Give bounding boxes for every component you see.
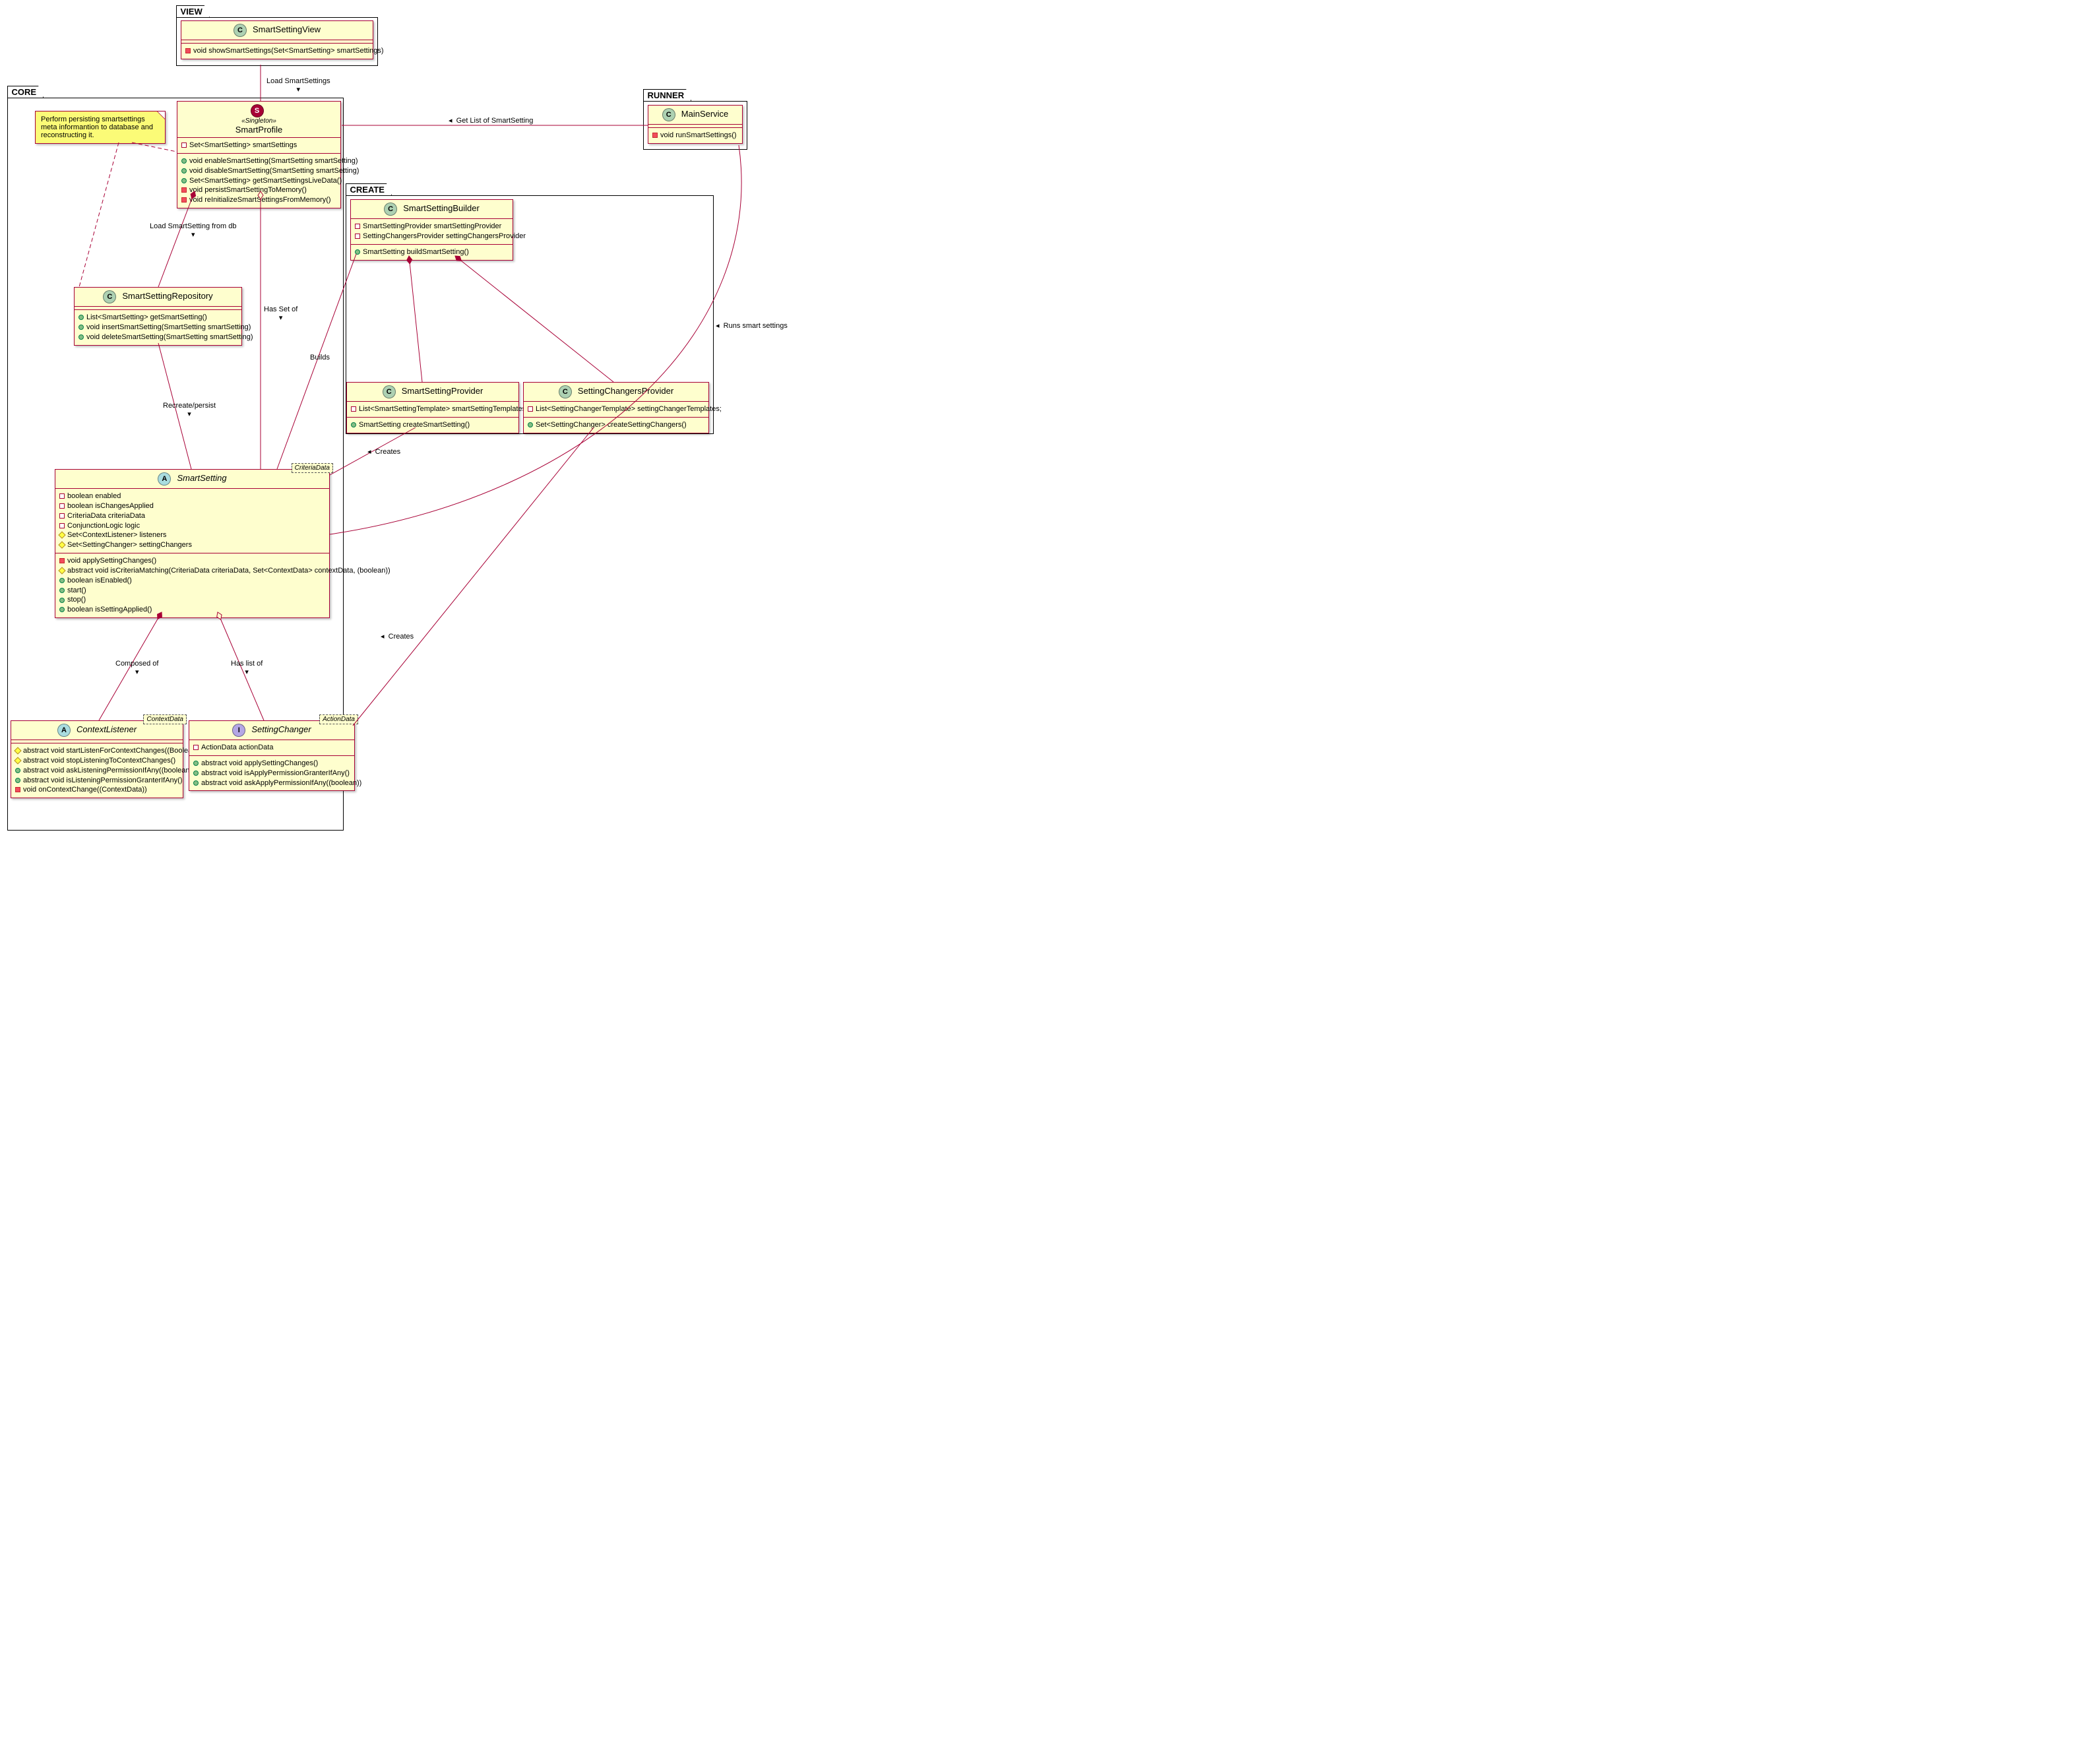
method: List<SmartSetting> getSmartSetting()	[86, 313, 207, 321]
class-name: SettingChangersProvider	[578, 386, 673, 396]
label-load-smartsettings: Load SmartSettings▾	[266, 77, 330, 94]
class-name: SettingChanger	[251, 724, 311, 734]
label-composed-of: Composed of▾	[115, 660, 158, 676]
class-name: SmartSettingView	[253, 24, 321, 34]
class-badge-icon: I	[232, 724, 245, 737]
method: boolean isEnabled()	[67, 577, 132, 584]
label-creates2: ◂ Creates	[381, 632, 414, 641]
method: void deleteSmartSetting(SmartSetting sma…	[86, 333, 253, 341]
field: SettingChangersProvider settingChangersP…	[363, 232, 526, 240]
field: List<SmartSettingTemplate> smartSettingT…	[359, 405, 528, 413]
method: void enableSmartSetting(SmartSetting sma…	[189, 157, 358, 165]
class-smartsettingbuilder: C SmartSettingBuilder SmartSettingProvid…	[350, 199, 513, 261]
method: abstract void isApplyPermissionGranterIf…	[201, 769, 350, 777]
method: SmartSetting createSmartSetting()	[359, 421, 470, 429]
method: abstract void askApplyPermissionIfAny((b…	[201, 779, 361, 787]
method: abstract void isCriteriaMatching(Criteri…	[67, 567, 390, 575]
method: start()	[67, 586, 86, 594]
package-create-label: CREATE	[346, 183, 392, 195]
class-badge-icon: C	[103, 290, 116, 303]
method: SmartSetting buildSmartSetting()	[363, 248, 469, 256]
class-badge-icon: C	[234, 24, 247, 37]
field: ConjunctionLogic logic	[67, 522, 140, 530]
class-badge-icon: A	[57, 724, 71, 737]
class-smartsettingrepository: C SmartSettingRepository List<SmartSetti…	[74, 287, 242, 346]
class-badge-icon: S	[251, 104, 264, 117]
method: void applySettingChanges()	[67, 557, 156, 565]
note-persist: Perform persisting smartsettings meta in…	[35, 111, 166, 144]
class-badge-icon: C	[662, 108, 675, 121]
package-runner-label: RUNNER	[643, 89, 692, 101]
class-contextlistener: ContextData A ContextListener abstract v…	[11, 720, 183, 798]
method: void insertSmartSetting(SmartSetting sma…	[86, 323, 251, 331]
method: void onContextChange((ContextData))	[23, 786, 147, 794]
field: Set<ContextListener> listeners	[67, 531, 166, 539]
class-smartsettingprovider: C SmartSettingProvider List<SmartSetting…	[346, 382, 519, 433]
method: stop()	[67, 596, 86, 604]
method: boolean isSettingApplied()	[67, 606, 152, 614]
label-get-list: ◂ Get List of SmartSetting	[449, 116, 533, 125]
method: abstract void isListeningPermissionGrant…	[23, 776, 182, 784]
class-name: MainService	[681, 109, 729, 119]
method: void persistSmartSettingToMemory()	[189, 186, 307, 194]
class-name: SmartSettingProvider	[402, 386, 484, 396]
class-badge-icon: C	[383, 385, 396, 398]
method: abstract void askListeningPermissionIfAn…	[23, 767, 195, 774]
stereotype: «Singleton»	[181, 117, 336, 125]
label-runs: ◂ Runs smart settings	[716, 321, 788, 330]
class-settingchanger: ActionData I SettingChanger ActionData a…	[189, 720, 355, 791]
class-badge-icon: C	[559, 385, 572, 398]
field: List<SettingChangerTemplate> settingChan…	[536, 405, 722, 413]
method: abstract void startListenForContextChang…	[23, 747, 201, 755]
method: void reInitializeSmartSettingsFromMemory…	[189, 196, 331, 204]
note-text: Perform persisting smartsettings meta in…	[41, 115, 153, 139]
field: CriteriaData criteriaData	[67, 512, 145, 520]
field: Set<SettingChanger> settingChangers	[67, 541, 192, 549]
field: boolean enabled	[67, 492, 121, 500]
package-view-label: VIEW	[176, 5, 210, 17]
label-creates1: ◂ Creates	[367, 447, 400, 456]
field: Set<SmartSetting> smartSettings	[189, 141, 297, 149]
field: boolean isChangesApplied	[67, 502, 154, 510]
class-name: SmartSettingRepository	[122, 291, 212, 301]
field: ActionData actionData	[201, 743, 273, 751]
method: void showSmartSettings(Set<SmartSetting>…	[193, 47, 384, 55]
method: abstract void stopListeningToContextChan…	[23, 757, 175, 765]
class-smartsettingview: C SmartSettingView void showSmartSetting…	[181, 20, 373, 59]
class-name: SmartSettingBuilder	[403, 203, 480, 213]
class-badge-icon: C	[384, 203, 397, 216]
field: SmartSettingProvider smartSettingProvide…	[363, 222, 501, 230]
method: void disableSmartSetting(SmartSetting sm…	[189, 167, 359, 175]
label-recreate: Recreate/persist▾	[163, 402, 216, 418]
class-badge-icon: A	[158, 472, 171, 486]
method: void runSmartSettings()	[660, 131, 737, 139]
package-core-label: CORE	[7, 86, 44, 98]
class-name: SmartProfile	[235, 125, 283, 135]
class-smartprofile: S «Singleton» SmartProfile Set<SmartSett…	[177, 101, 341, 208]
class-name: ContextListener	[77, 724, 137, 734]
method: Set<SmartSetting> getSmartSettingsLiveDa…	[189, 177, 342, 185]
class-mainservice: C MainService void runSmartSettings()	[648, 105, 743, 144]
label-has-set: Has Set of▾	[264, 305, 297, 322]
class-smartsetting: CriteriaData A SmartSetting boolean enab…	[55, 469, 330, 618]
label-has-list-of: Has list of▾	[231, 660, 263, 676]
method: Set<SettingChanger> createSettingChanger…	[536, 421, 687, 429]
class-settingchangersprovider: C SettingChangersProvider List<SettingCh…	[523, 382, 709, 433]
method: abstract void applySettingChanges()	[201, 759, 318, 767]
label-load-db: Load SmartSetting from db▾	[150, 222, 236, 239]
label-builds: Builds	[310, 354, 330, 362]
class-name: SmartSetting	[177, 473, 226, 483]
